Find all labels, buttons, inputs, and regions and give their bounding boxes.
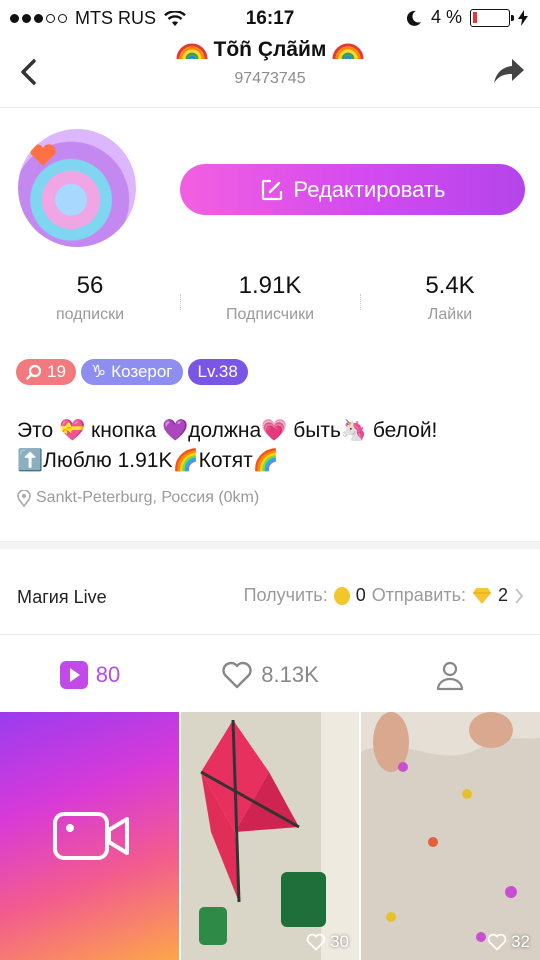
stats-row: 56 подписки 1.91K Подписчики 5.4K Лайки [0,272,540,336]
following-count: 56 [76,272,104,299]
rainbow-icon: 🌈 [252,449,279,472]
location-pin-icon [17,489,31,507]
tab-tagged[interactable] [360,640,540,710]
zodiac-badge-label: Козерог [111,362,173,381]
bio-part: Люблю 1.91K [43,449,173,472]
send-label: Отправить: [371,585,466,605]
edit-profile-button[interactable]: Редактировать [180,164,525,215]
likes-count: 30 [330,932,349,951]
location-text: Sankt-Peterburg, Россия (0km) [36,489,260,506]
rainbow-icon: 🌈 [172,449,199,472]
followers-count: 1.91K [238,272,302,299]
tab-videos[interactable]: 80 [0,640,180,710]
chevron-right-icon [515,587,524,604]
badges-row: 19 ♑ Козерог Lv.38 [16,359,248,385]
username: Tõñ Çлãйм [213,38,327,61]
bio-part: Это [17,419,59,442]
likes-count: 5.4K [425,272,475,299]
liked-count: 8.13K [261,662,319,687]
purple-heart-icon: 💜 [162,419,189,442]
likes-count: 32 [511,932,530,951]
nav-bar: Tõñ Çлãйм 97473745 [0,36,540,108]
video-thumbnail-image [181,712,359,960]
capricorn-icon: ♑ [90,362,107,381]
location: Sankt-Peterburg, Россия (0km) [17,489,259,507]
stat-followers[interactable]: 1.91K Подписчики [180,272,360,336]
status-bar: MTS RUS 16:17 4 % [0,0,540,36]
heart-outline-icon [487,933,507,951]
record-video-tile[interactable] [0,712,179,960]
moon-icon [406,10,421,26]
divider [0,634,540,635]
share-icon[interactable] [492,56,526,86]
receive-label: Получить: [243,585,328,605]
bio-part: быть [287,419,341,442]
heart-icon [30,144,56,166]
bio-part: белой! [367,419,438,442]
heart-outline-icon [306,933,326,951]
video-thumbnail[interactable]: 32 [361,712,540,960]
zodiac-badge: ♑ Козерог [80,359,183,385]
stat-likes[interactable]: 5.4K Лайки [360,272,540,336]
video-thumbnail-image [361,712,540,960]
edit-icon [261,179,282,200]
followers-label: Подписчики [225,306,314,323]
section-divider [0,541,540,549]
edit-label: Редактировать [293,176,446,202]
likes-indicator: 32 [487,932,530,952]
rainbow-emoji-icon [332,44,364,60]
following-label: подписки [55,306,125,323]
heart-outline-icon [222,661,252,689]
tab-liked[interactable]: 8.13K [180,640,360,710]
receive-value: 0 [355,585,366,605]
level-badge: Lv.38 [187,359,248,385]
bio-part: Котят [198,449,253,472]
video-camera-icon [53,812,129,860]
up-arrow-icon: ⬆️ [17,449,44,472]
video-grid: 30 32 [0,712,540,960]
likes-label: Лайки [427,306,473,323]
avatar[interactable] [18,129,136,247]
person-icon [436,661,464,691]
search-icon [26,364,42,380]
battery-icon [470,8,514,27]
user-id: 97473745 [234,70,306,87]
stat-following[interactable]: 56 подписки [0,272,180,336]
videos-count: 80 [95,662,121,687]
rainbow-emoji-icon [176,44,208,60]
views-badge-value: 19 [47,362,66,381]
video-thumbnail[interactable]: 30 [181,712,359,960]
pink-heart-icon: 💗 [261,419,288,442]
likes-indicator: 30 [306,932,349,952]
magic-live-label: Магия Live [17,587,107,607]
gift-heart-icon: 💝 [59,419,86,442]
page-title: Tõñ Çлãйм [0,38,540,62]
unicorn-icon: 🦄 [340,419,368,442]
video-play-icon [59,661,88,689]
coin-icon [333,586,350,605]
magic-live-row[interactable]: Магия Live Получить: 0 Отправить: 2 [0,567,540,627]
views-badge: 19 [16,359,76,385]
level-badge-label: Lv.38 [197,362,238,381]
bio-text: Это 💝 кнопка 💜должна💗 быть🦄 белой! ⬆️Люб… [17,416,527,476]
charging-icon [518,9,528,26]
bio-part: кнопка [91,419,162,442]
bio-part: должна [188,419,262,442]
send-value: 2 [497,585,508,605]
diamond-icon [472,587,491,604]
battery-percent: 4 % [430,7,462,27]
content-tabs: 80 8.13K [0,640,540,710]
